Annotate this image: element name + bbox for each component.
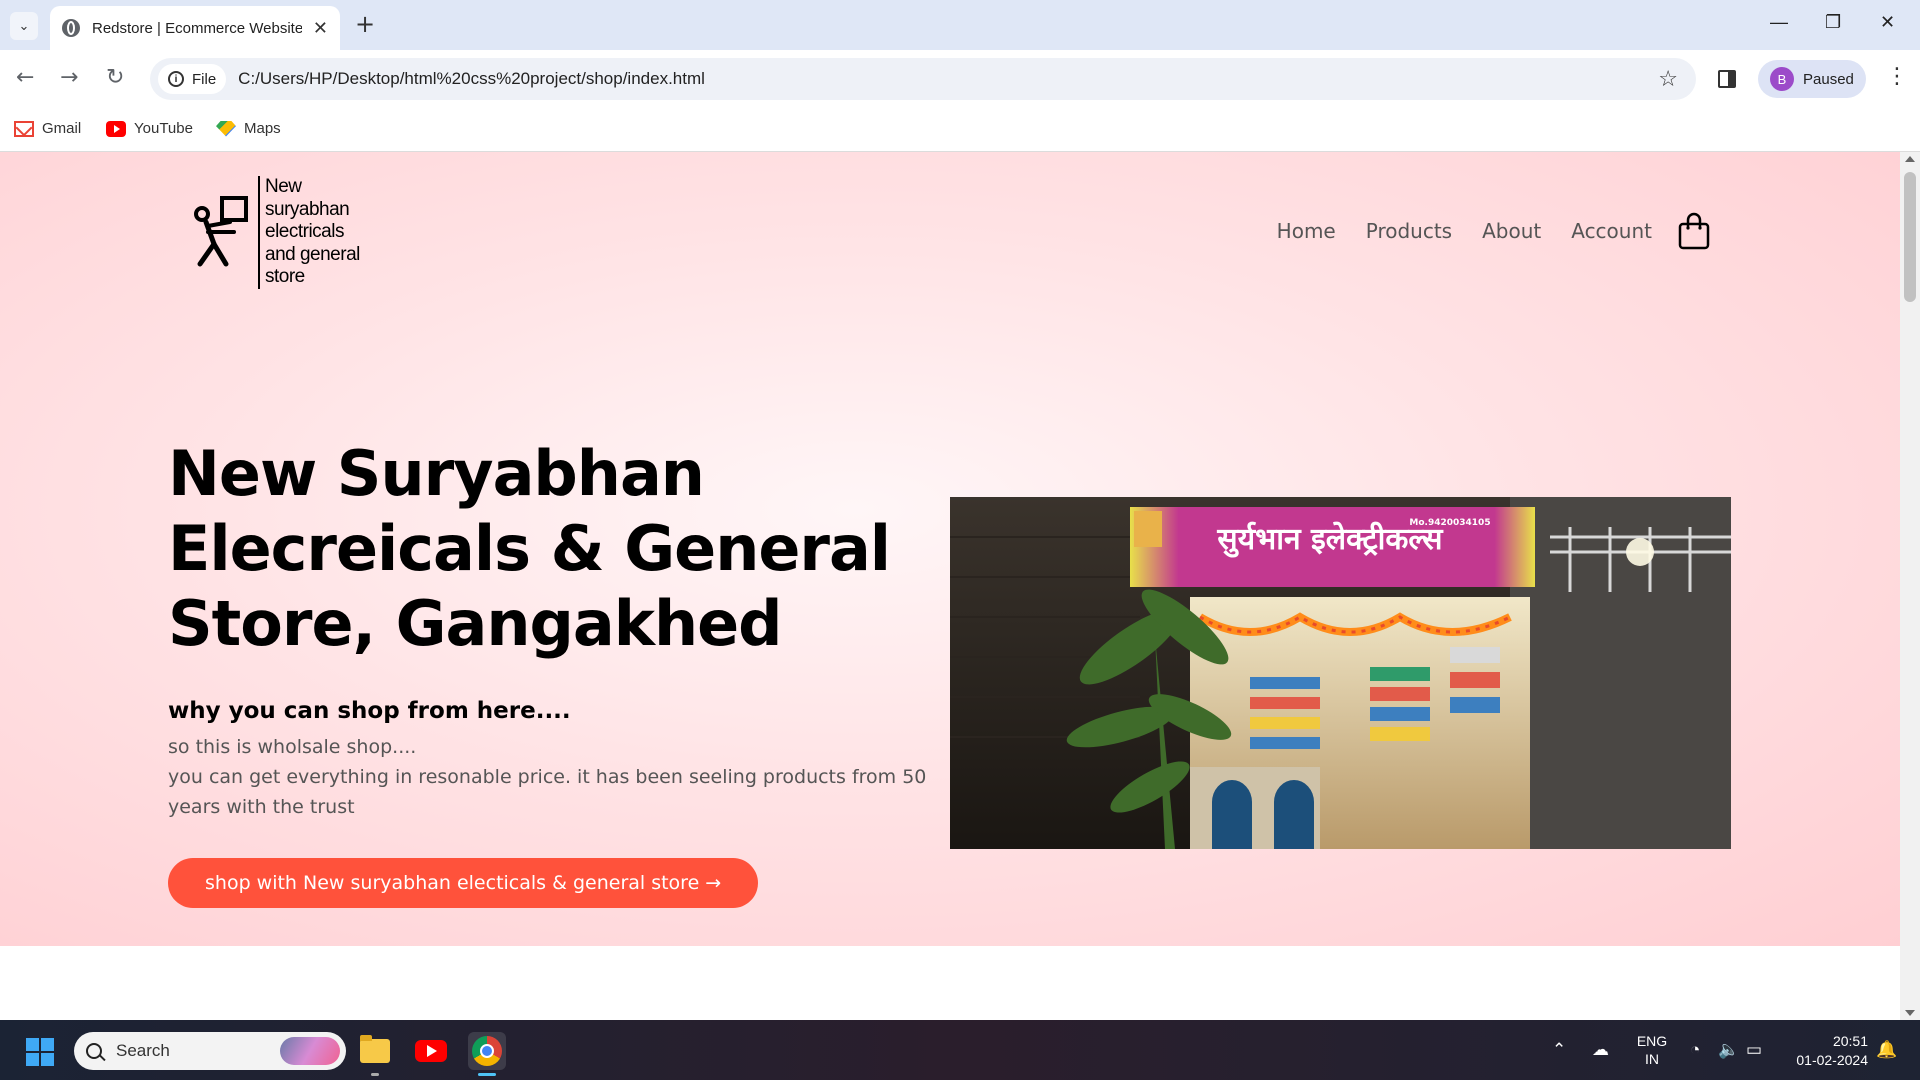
nav-products[interactable]: Products xyxy=(1366,219,1452,243)
maps-icon xyxy=(216,120,236,137)
region-code: IN xyxy=(1645,1051,1659,1067)
volume-icon[interactable]: 🔈 xyxy=(1718,1020,1739,1080)
profile-status: Paused xyxy=(1803,70,1854,88)
gmail-icon xyxy=(14,120,34,137)
clock-date: 01-02-2024 xyxy=(1796,1052,1868,1068)
shop-now-button[interactable]: shop with New suryabhan electicals & gen… xyxy=(168,858,759,908)
back-arrow-icon[interactable]: ← xyxy=(16,64,34,92)
wifi-icon[interactable]: ◔ xyxy=(1690,1020,1700,1080)
shopping-bag-icon[interactable] xyxy=(1678,212,1710,250)
browser-tab[interactable]: Redstore | Ecommerce Website ✕ xyxy=(50,6,340,50)
cloud-offline-icon[interactable]: ☁ xyxy=(1592,1020,1609,1080)
app-running-indicator xyxy=(371,1073,379,1076)
new-tab-button[interactable]: + xyxy=(355,12,375,36)
site-info-label: File xyxy=(192,70,217,88)
nav-home[interactable]: Home xyxy=(1277,219,1336,243)
globe-icon xyxy=(62,19,80,37)
chevron-up-icon[interactable]: ⌃ xyxy=(1552,1020,1566,1080)
bookmark-gmail[interactable]: Gmail xyxy=(14,120,81,137)
scroll-up-icon[interactable] xyxy=(1905,156,1915,162)
bookmark-label: YouTube xyxy=(134,120,193,137)
url-text[interactable]: C:/Users/HP/Desktop/html%20css%20project… xyxy=(238,69,705,89)
hero-desc-line: so this is wholsale shop.... xyxy=(168,736,417,758)
youtube-icon xyxy=(106,120,126,137)
search-icon xyxy=(86,1043,102,1059)
shop-front-image: सुर्यभान इलेक्ट्रीकल्स Mo.9420034105 xyxy=(950,497,1731,849)
tab-title: Redstore | Ecommerce Website xyxy=(92,19,302,37)
main-nav: Home Products About Account xyxy=(1247,212,1710,250)
forward-arrow-icon[interactable]: → xyxy=(60,64,78,92)
app-active-indicator xyxy=(478,1073,496,1076)
hero-section: New suryabhan electricals and general st… xyxy=(0,152,1900,946)
hero-description: so this is wholsale shop.... you can get… xyxy=(168,732,938,822)
scroll-down-icon[interactable] xyxy=(1905,1010,1915,1016)
taskbar-search[interactable]: Search xyxy=(74,1032,346,1070)
tab-search-button[interactable]: ⌄ xyxy=(10,12,38,40)
notification-bell-icon[interactable]: 🔔 xyxy=(1876,1020,1897,1080)
side-panel-icon[interactable] xyxy=(1718,70,1736,88)
avatar: B xyxy=(1770,67,1794,91)
info-icon: i xyxy=(168,71,184,87)
nav-account[interactable]: Account xyxy=(1571,219,1652,243)
shop-photo-illustration: सुर्यभान इलेक्ट्रीकल्स Mo.9420034105 xyxy=(950,497,1731,849)
delivery-person-icon xyxy=(194,196,248,267)
bookmark-youtube[interactable]: YouTube xyxy=(106,120,193,137)
bookmarks-bar: Gmail YouTube Maps xyxy=(0,108,1920,152)
scroll-thumb[interactable] xyxy=(1904,172,1916,302)
chrome-app-button[interactable] xyxy=(468,1032,506,1070)
hero-subtitle: why you can shop from here.... xyxy=(168,698,571,724)
more-menu-icon[interactable]: ⋮ xyxy=(1886,64,1908,89)
reload-icon[interactable]: ↻ xyxy=(106,64,124,92)
folder-icon xyxy=(360,1035,390,1063)
site-logo[interactable]: New suryabhan electricals and general st… xyxy=(190,176,368,289)
browser-toolbar: ← → ↻ i File C:/Users/HP/Desktop/html%20… xyxy=(0,50,1920,108)
profile-button[interactable]: B Paused xyxy=(1758,60,1866,98)
minimize-icon[interactable]: — xyxy=(1770,12,1788,33)
bookmark-label: Maps xyxy=(244,120,281,137)
address-bar[interactable]: i File C:/Users/HP/Desktop/html%20css%20… xyxy=(150,58,1696,100)
youtube-icon xyxy=(415,1040,447,1062)
web-page: New suryabhan electricals and general st… xyxy=(0,152,1900,1020)
shop-sign-phone: Mo.9420034105 xyxy=(1409,518,1490,528)
system-clock[interactable]: 20:51 01-02-2024 xyxy=(1786,1032,1868,1070)
bookmark-label: Gmail xyxy=(42,120,82,137)
youtube-app-button[interactable] xyxy=(412,1032,450,1070)
hero-title: New Suryabhan Elecreicals & General Stor… xyxy=(168,437,891,660)
close-tab-icon[interactable]: ✕ xyxy=(313,18,328,39)
close-window-icon[interactable]: ✕ xyxy=(1880,12,1895,33)
logo-text: New suryabhan electricals and general st… xyxy=(258,176,368,289)
restore-icon[interactable]: ❐ xyxy=(1825,12,1841,33)
search-highlight-art xyxy=(280,1037,340,1065)
chrome-icon xyxy=(472,1036,502,1066)
nav-about[interactable]: About xyxy=(1482,219,1541,243)
browser-tab-strip: ⌄ Redstore | Ecommerce Website ✕ + — ❐ ✕ xyxy=(0,0,1920,50)
site-info-chip[interactable]: i File xyxy=(158,64,227,94)
hero-desc-line: you can get everything in resonable pric… xyxy=(168,766,927,818)
clock-time: 20:51 xyxy=(1832,1033,1868,1049)
taskbar-search-label: Search xyxy=(116,1041,170,1060)
file-explorer-button[interactable] xyxy=(356,1032,394,1070)
language-indicator[interactable]: ENG IN xyxy=(1632,1032,1672,1068)
page-scrollbar[interactable] xyxy=(1900,152,1920,1020)
language-code: ENG xyxy=(1636,1033,1668,1049)
bookmark-maps[interactable]: Maps xyxy=(216,120,281,137)
chevron-down-icon: ⌄ xyxy=(18,18,30,34)
bookmark-star-icon[interactable]: ☆ xyxy=(1658,67,1678,92)
windows-start-icon[interactable] xyxy=(26,1038,54,1066)
windows-taskbar: Search ⌃ ☁ ENG IN ◔ 🔈 ▭ 20:51 01-02-2024… xyxy=(0,1020,1920,1080)
battery-icon[interactable]: ▭ xyxy=(1746,1020,1762,1080)
